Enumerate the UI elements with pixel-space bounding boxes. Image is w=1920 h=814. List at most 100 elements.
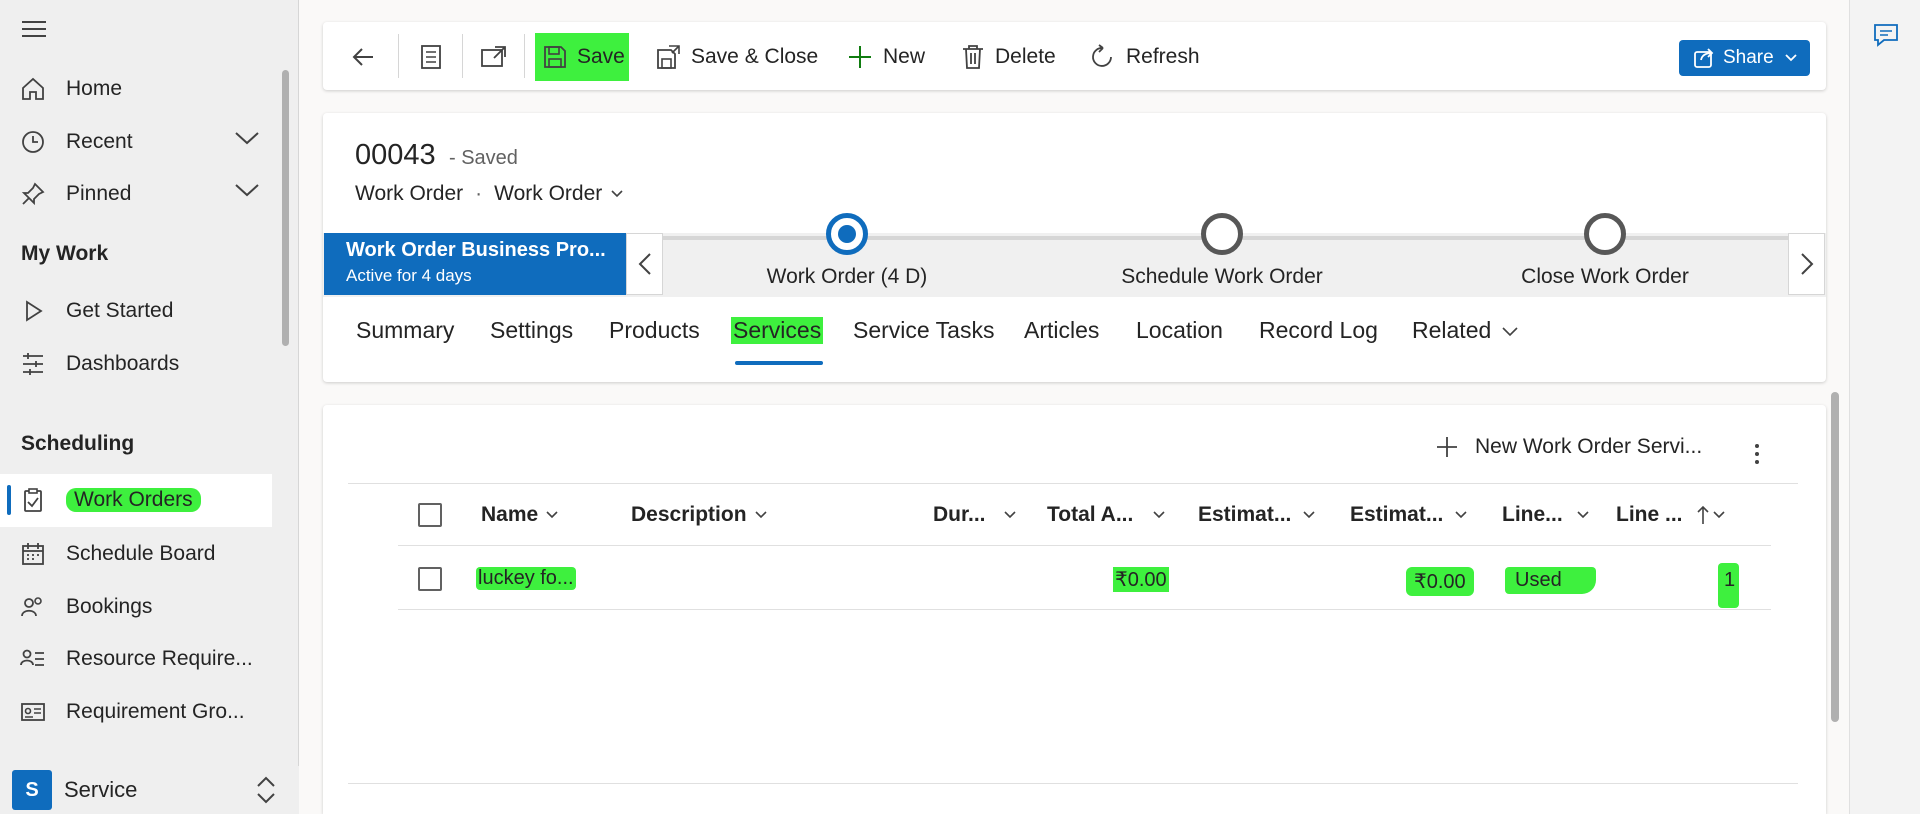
bpf-process-card[interactable]: Work Order Business Pro... Active for 4 … [324,233,626,295]
chevron-down-icon [1785,54,1797,62]
main-scrollbar[interactable] [1831,392,1839,722]
bpf-stage-work-order[interactable]: Work Order (4 D) [697,213,997,289]
sidebar-item-resource-requirements[interactable]: Resource Require... [20,637,260,681]
bpf-next-button[interactable] [1788,233,1825,295]
area-switcher[interactable]: S Service [0,766,299,814]
chevron-down-icon[interactable] [610,189,624,199]
more-vertical-icon [1755,444,1759,464]
chevron-down-icon [1303,511,1315,519]
sidebar-item-label: Recent [66,130,133,153]
bpf-process-name: Work Order Business Pro... [346,239,606,261]
chevron-down-icon [754,511,767,519]
column-header-name[interactable]: Name [481,503,558,527]
chevron-down-icon [1153,511,1165,519]
stage-label: Close Work Order [1521,265,1689,288]
chevron-down-icon [1502,326,1518,336]
entity-form-selector: Work Order · Work Order [355,182,624,206]
sidebar-item-work-orders[interactable]: Work Orders [0,474,272,527]
tab-settings[interactable]: Settings [490,317,573,344]
share-button[interactable]: Share [1679,40,1810,76]
bpf-stage-schedule-work-order[interactable]: Schedule Work Order [1072,213,1372,289]
pin-icon [21,182,45,206]
command-bar: Save Save & Close New Delete Refresh Sha… [323,22,1826,90]
row-checkbox[interactable] [418,567,442,591]
column-header-duration[interactable]: Dur... [933,503,1016,527]
play-icon [26,300,43,322]
form-selector[interactable]: Work Order [494,182,602,206]
tab-services[interactable]: Services [731,317,824,344]
sidebar-item-recent[interactable]: Recent [20,120,260,164]
divider [398,609,1771,610]
more-commands-button[interactable] [1753,443,1761,465]
new-button[interactable]: New [847,36,925,78]
section-title-my-work: My Work [21,242,109,265]
sidebar-item-label: Pinned [66,182,132,205]
divider [348,783,1798,784]
sort-ascending-icon [1696,505,1709,524]
column-header-line-order[interactable]: Line ... [1616,503,1725,527]
divider [524,34,525,78]
clipboard-icon [24,488,42,512]
tab-service-tasks[interactable]: Service Tasks [853,317,994,344]
back-button[interactable] [350,36,386,78]
sidebar-item-home[interactable]: Home [20,67,260,111]
select-all-checkbox[interactable] [418,503,442,527]
plus-icon [849,46,871,68]
trash-icon [963,45,983,69]
sidebar-scrollbar[interactable] [282,70,289,346]
people-icon [21,597,42,617]
refresh-icon [1092,44,1112,67]
chevron-right-icon [1800,253,1813,275]
new-work-order-service-button[interactable]: New Work Order Servi... [1435,435,1702,459]
chevron-down-icon[interactable] [234,182,260,198]
column-header-total-amount[interactable]: Total A... [1047,503,1165,527]
save-close-icon [657,45,680,69]
chat-button[interactable] [1872,22,1900,48]
column-header-estimate-2[interactable]: Estimat... [1350,503,1467,527]
save-button[interactable]: Save [535,33,629,81]
tab-summary[interactable]: Summary [356,317,454,344]
record-title: 00043 [355,139,436,171]
stage-active-icon [826,213,868,255]
share-label: Share [1723,47,1774,68]
open-new-window-button[interactable] [480,36,518,78]
save-and-close-button[interactable]: Save & Close [655,36,818,78]
chevron-down-icon[interactable] [234,130,260,146]
record-header: 00043 - Saved Work Order · Work Order Wo… [323,113,1826,382]
column-header-estimate-1[interactable]: Estimat... [1198,503,1315,527]
bpf-duration: Active for 4 days [346,266,472,285]
sidebar-item-get-started[interactable]: Get Started [20,289,260,333]
sidebar-item-schedule-board[interactable]: Schedule Board [20,532,260,576]
bpf-stage-close-work-order[interactable]: Close Work Order [1455,213,1755,289]
form-view-button[interactable] [419,36,453,78]
column-header-label: Line... [1502,503,1563,526]
save-icon [544,46,566,68]
refresh-button[interactable]: Refresh [1090,36,1200,78]
tab-location[interactable]: Location [1136,317,1223,344]
sidebar: Home Recent Pinned My Work Get Started D… [0,0,299,814]
sidebar-item-requirement-groups[interactable]: Requirement Gro... [20,690,260,734]
tab-related[interactable]: Related [1412,317,1519,344]
tab-record-log[interactable]: Record Log [1259,317,1378,344]
area-badge: S [12,770,52,810]
sidebar-item-bookings[interactable]: Bookings [20,585,260,629]
cell-line-order: 1 [1718,563,1740,608]
delete-button[interactable]: Delete [961,36,1056,78]
column-header-line-status[interactable]: Line... [1502,503,1589,527]
sidebar-item-label: Requirement Gro... [66,700,245,723]
delete-label: Delete [995,45,1056,68]
cell-name-link[interactable]: luckey fo... [476,567,576,590]
sidebar-item-dashboards[interactable]: Dashboards [20,342,260,386]
tab-products[interactable]: Products [609,317,700,344]
bpf-prev-button[interactable] [626,233,663,295]
divider [348,483,1798,484]
section-title-scheduling: Scheduling [21,432,135,455]
column-header-description[interactable]: Description [631,503,767,527]
stage-icon [1584,213,1626,255]
tab-articles[interactable]: Articles [1024,317,1099,344]
services-subgrid: New Work Order Servi... Name Description… [323,405,1826,814]
chevron-down-icon [546,511,558,519]
sidebar-item-pinned[interactable]: Pinned [20,172,260,216]
person-list-icon [20,649,44,666]
hamburger-menu-button[interactable] [21,18,47,40]
